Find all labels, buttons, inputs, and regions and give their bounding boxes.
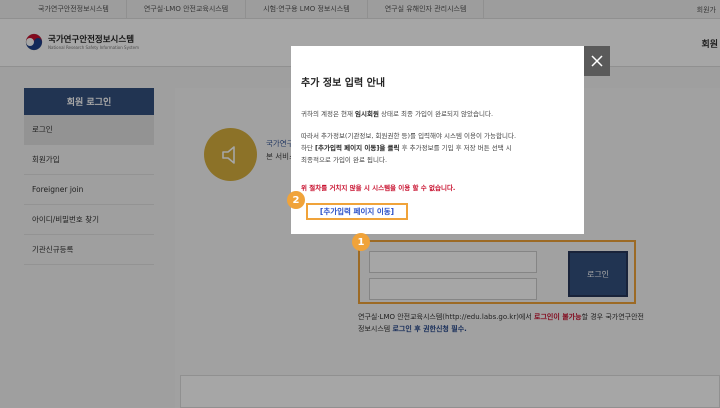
modal-p1-text-c: 상태로 최종 가입이 완료되지 않았습니다. <box>378 110 494 118</box>
step-badge-2: 2 <box>287 191 305 209</box>
modal-p2-instruction: [추가입력 페이지 이동]을 클릭 <box>315 144 400 152</box>
close-icon <box>591 55 603 67</box>
modal-p2-text-a: 따라서 추가정보(기관정보, 회원권한 등)를 입력해야 시스템 이용이 가능합… <box>301 132 517 140</box>
step-badge-1: 1 <box>352 233 370 251</box>
additional-info-modal: 추가 정보 입력 안내 귀하의 계정은 현재 임시회원 상태로 최종 가입이 완… <box>291 46 584 234</box>
modal-paragraph-1: 귀하의 계정은 현재 임시회원 상태로 최종 가입이 완료되지 않았습니다. <box>301 108 576 120</box>
modal-close-button[interactable] <box>584 46 610 76</box>
modal-p1-text-a: 귀하의 계정은 현재 <box>301 110 356 118</box>
modal-p2-text-d: 후 추가정보를 기입 후 저장 버튼 선택 시 <box>399 144 512 152</box>
modal-warning: 위 절차를 거치지 않을 시 시스템을 이용 할 수 없습니다. <box>301 184 456 192</box>
modal-paragraph-2: 따라서 추가정보(기관정보, 회원권한 등)를 입력해야 시스템 이용이 가능합… <box>301 130 576 166</box>
additional-info-link[interactable]: [추가입력 페이지 이동] <box>306 203 408 220</box>
modal-p1-status: 임시회원 <box>355 110 379 118</box>
modal-title: 추가 정보 입력 안내 <box>301 78 386 89</box>
modal-p2-text-b: 하단 <box>301 144 316 152</box>
modal-p2-text-e: 최종적으로 가입이 완료 됩니다. <box>301 156 388 164</box>
